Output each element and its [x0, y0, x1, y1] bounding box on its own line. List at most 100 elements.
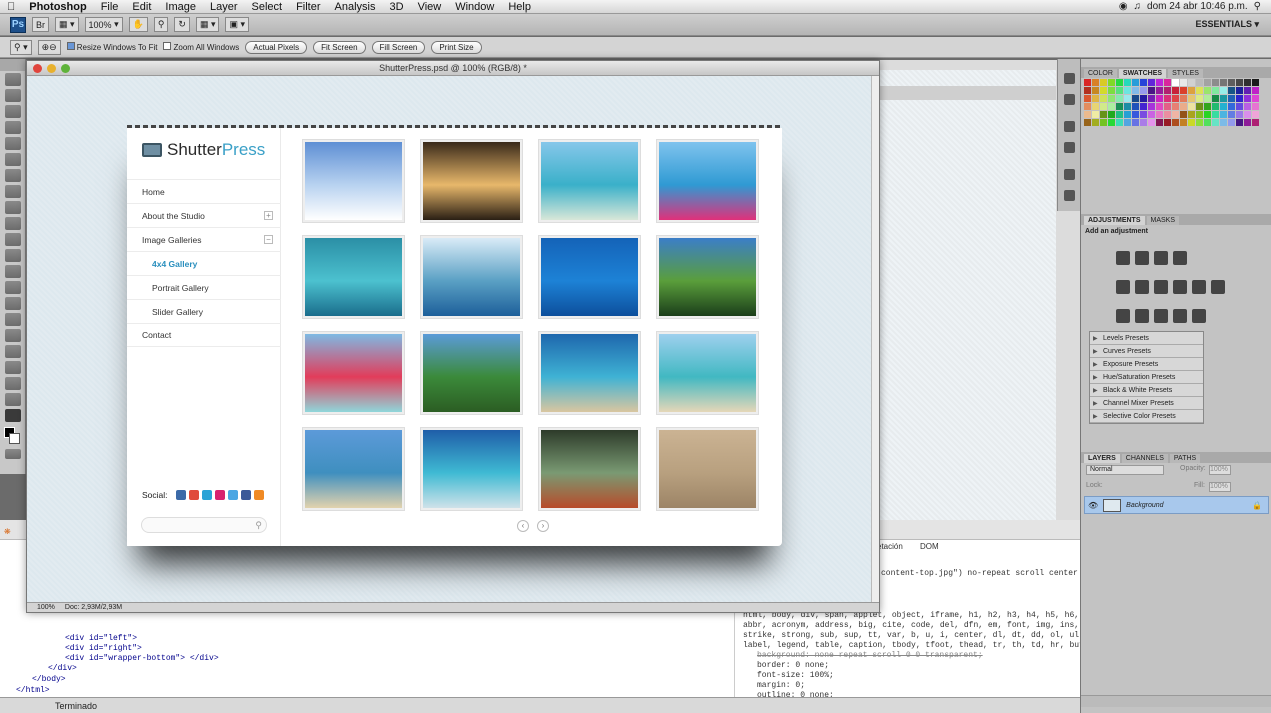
color-swatch[interactable] [1188, 119, 1195, 126]
twitter-icon[interactable] [227, 490, 238, 500]
gallery-thumbnail[interactable] [303, 332, 404, 414]
color-swatch[interactable] [1108, 95, 1115, 102]
flickr-icon[interactable] [214, 490, 225, 500]
color-swatch[interactable] [1244, 95, 1251, 102]
swatches-grid[interactable] [1084, 79, 1259, 127]
black-white-icon[interactable] [1173, 280, 1187, 294]
nav-item-slider-gallery[interactable]: Slider Gallery [127, 299, 281, 323]
color-swatch[interactable] [1116, 119, 1123, 126]
foreground-background-color-icon[interactable] [0, 425, 25, 447]
wifi-icon[interactable]: ◉ [1119, 1, 1128, 12]
color-swatch[interactable] [1124, 95, 1131, 102]
color-swatch[interactable] [1156, 79, 1163, 86]
lasso-tool-icon[interactable] [4, 105, 21, 118]
paragraph-icon[interactable] [1063, 190, 1075, 201]
facebook-icon[interactable] [240, 490, 251, 500]
tab-styles[interactable]: STYLES [1168, 69, 1203, 78]
color-balance-icon[interactable] [1154, 280, 1168, 294]
color-swatch[interactable] [1148, 119, 1155, 126]
minimize-window-icon[interactable] [47, 64, 56, 73]
volume-icon[interactable]: ♫ [1134, 1, 1142, 12]
menu-help[interactable]: Help [501, 1, 538, 13]
photo-filter-icon[interactable] [1192, 280, 1206, 294]
gallery-thumbnail[interactable] [421, 428, 522, 510]
posterize-icon[interactable] [1135, 309, 1149, 323]
menu-select[interactable]: Select [245, 1, 290, 13]
color-swatch[interactable] [1212, 103, 1219, 110]
color-swatch[interactable] [1148, 111, 1155, 118]
color-swatch[interactable] [1116, 95, 1123, 102]
css-line[interactable]: border: 0 none; [757, 661, 829, 670]
color-swatch[interactable] [1140, 119, 1147, 126]
healing-brush-tool-icon[interactable] [4, 169, 21, 182]
gallery-thumbnail[interactable] [303, 236, 404, 318]
tab-paths[interactable]: PATHS [1169, 454, 1201, 463]
color-swatch[interactable] [1148, 87, 1155, 94]
color-swatch[interactable] [1236, 87, 1243, 94]
site-logo[interactable]: ShutterPress [142, 140, 265, 160]
color-swatch[interactable] [1188, 79, 1195, 86]
screen-mode-button[interactable]: ▣ ▾ [225, 17, 250, 32]
color-swatch[interactable] [1164, 79, 1171, 86]
color-swatch[interactable] [1252, 111, 1259, 118]
color-swatch[interactable] [1212, 119, 1219, 126]
type-tool-icon[interactable] [4, 313, 21, 326]
gallery-thumbnail[interactable] [421, 332, 522, 414]
color-swatch[interactable] [1148, 103, 1155, 110]
color-swatch[interactable] [1204, 119, 1211, 126]
color-swatch[interactable] [1132, 103, 1139, 110]
gallery-thumbnail[interactable] [303, 428, 404, 510]
color-swatch[interactable] [1244, 79, 1251, 86]
color-swatch[interactable] [1236, 119, 1243, 126]
color-swatch[interactable] [1244, 87, 1251, 94]
color-swatch[interactable] [1140, 79, 1147, 86]
tab-swatches[interactable]: SWATCHES [1118, 69, 1167, 78]
search-icon[interactable]: ⚲ [255, 520, 262, 531]
color-swatch[interactable] [1092, 95, 1099, 102]
color-swatch[interactable] [1164, 95, 1171, 102]
color-swatch[interactable] [1108, 87, 1115, 94]
color-swatch[interactable] [1188, 87, 1195, 94]
fill-field[interactable]: 100% [1209, 482, 1231, 492]
actions-icon[interactable] [1063, 94, 1075, 105]
color-swatch[interactable] [1196, 111, 1203, 118]
color-swatch[interactable] [1204, 111, 1211, 118]
color-swatch[interactable] [1164, 87, 1171, 94]
arrange-documents-button[interactable]: ▦ ▾ [195, 17, 220, 32]
color-swatch[interactable] [1196, 95, 1203, 102]
firebug-icon[interactable]: ❋ [4, 524, 11, 538]
color-swatch[interactable] [1220, 103, 1227, 110]
color-swatch[interactable] [1156, 111, 1163, 118]
color-swatch[interactable] [1252, 119, 1259, 126]
document-zoom-field[interactable]: 100% [37, 604, 55, 611]
gallery-thumbnail[interactable] [657, 428, 758, 510]
color-swatch[interactable] [1124, 87, 1131, 94]
color-swatch[interactable] [1140, 87, 1147, 94]
gallery-thumbnail[interactable] [539, 428, 640, 510]
quick-selection-tool-icon[interactable] [4, 121, 21, 134]
css-line[interactable]: background: none repeat scroll 0 0 trans… [757, 651, 983, 660]
gallery-thumbnail[interactable] [657, 236, 758, 318]
zoom-tool-icon[interactable]: ⚲ [153, 17, 169, 32]
color-swatch[interactable] [1196, 87, 1203, 94]
color-swatch[interactable] [1236, 103, 1243, 110]
color-swatch[interactable] [1100, 95, 1107, 102]
apple-icon[interactable]:  [0, 1, 22, 13]
rss-icon[interactable] [253, 490, 264, 500]
gallery-thumbnail[interactable] [657, 332, 758, 414]
gallery-thumbnail[interactable] [539, 236, 640, 318]
color-swatch[interactable] [1108, 111, 1115, 118]
color-swatch[interactable] [1236, 79, 1243, 86]
color-swatch[interactable] [1092, 119, 1099, 126]
color-swatch[interactable] [1140, 95, 1147, 102]
history-icon[interactable] [1063, 73, 1075, 84]
preset-levels[interactable]: Levels Presets [1090, 332, 1203, 345]
color-swatch[interactable] [1212, 95, 1219, 102]
hand-tool-icon[interactable] [4, 393, 21, 406]
site-search-input[interactable]: ⚲ [141, 517, 267, 533]
nav-item-home[interactable]: Home [127, 179, 281, 203]
menu-window[interactable]: Window [448, 1, 501, 13]
3d-rotate-tool-icon[interactable] [4, 361, 21, 374]
zoom-tool-icon[interactable] [4, 409, 21, 422]
bridge-button[interactable]: Br [32, 17, 49, 32]
